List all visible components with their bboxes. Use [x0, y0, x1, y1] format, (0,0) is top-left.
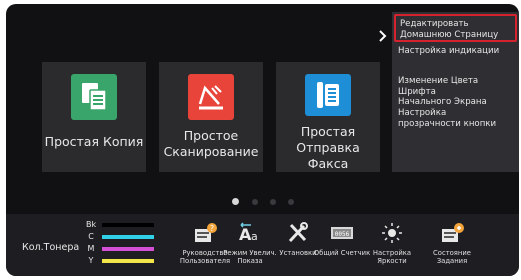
- toner-bar: [102, 259, 154, 263]
- tile-simple-copy[interactable]: Простая Копия: [42, 62, 146, 172]
- page-indicator[interactable]: [6, 197, 519, 207]
- scan-icon: [188, 74, 234, 120]
- copy-icon: [71, 74, 117, 120]
- page-dot[interactable]: [288, 199, 294, 205]
- bottom-bar: Кол.Тонера Bk C M Y ? Руководство Пользо…: [6, 214, 519, 276]
- menu-item-edit-home-page[interactable]: Редактировать Домашнюю Страницу: [394, 14, 517, 42]
- toner-channel: Bk: [86, 220, 97, 229]
- total-counter-button[interactable]: 0056 Общий Счетчик: [314, 214, 370, 276]
- tile-simple-copy-label: Простая Копия: [44, 134, 144, 149]
- brightness-icon: [378, 220, 406, 246]
- chevron-right-icon[interactable]: [374, 24, 392, 48]
- menu-item-display-settings[interactable]: Настройка индикации: [398, 46, 518, 57]
- device-frame: Простая Копия Простое Сканирование Прост…: [0, 0, 521, 280]
- job-status-label: Состояние Задания: [433, 249, 471, 265]
- fax-icon: [305, 74, 351, 116]
- toner-bar: [102, 247, 154, 251]
- toner-channel: M: [87, 244, 95, 253]
- enlarge-display-icon: A a: [236, 220, 264, 246]
- svg-text:0056: 0056: [335, 231, 350, 238]
- home-screen: Простая Копия Простое Сканирование Прост…: [6, 4, 519, 276]
- toner-bar: [102, 235, 154, 239]
- page-dot[interactable]: [270, 199, 276, 205]
- toner-channel: Y: [88, 256, 94, 265]
- svg-text:?: ?: [210, 224, 214, 233]
- brightness-button[interactable]: Настройка Яркости: [364, 214, 420, 276]
- toner-bar: [102, 223, 154, 227]
- tile-simple-fax[interactable]: Простая Отправка Факса: [276, 62, 380, 172]
- page-dot[interactable]: [232, 198, 239, 205]
- svg-text:a: a: [251, 230, 258, 243]
- job-status-icon: [438, 220, 466, 246]
- tile-simple-scan[interactable]: Простое Сканирование: [159, 62, 263, 172]
- total-counter-icon: 0056: [328, 220, 356, 246]
- job-status-button[interactable]: Состояние Задания: [424, 214, 480, 276]
- brightness-label: Настройка Яркости: [372, 249, 412, 265]
- settings-icon: [284, 220, 312, 246]
- page-dot[interactable]: [252, 199, 258, 205]
- home-settings-menu: Редактировать Домашнюю Страницу Настройк…: [392, 12, 519, 172]
- menu-item-button-transparency[interactable]: Настройка прозрачности кнопки: [398, 108, 518, 129]
- tile-simple-fax-label: Простая Отправка Факса: [296, 124, 360, 171]
- toner-label: Кол.Тонера: [22, 242, 80, 253]
- tile-simple-scan-label: Простое Сканирование: [163, 128, 259, 159]
- toner-channel: C: [88, 232, 94, 241]
- user-guide-icon: ?: [191, 220, 219, 246]
- menu-item-font-color[interactable]: Изменение Цвета Шрифта Начального Экрана: [398, 76, 518, 108]
